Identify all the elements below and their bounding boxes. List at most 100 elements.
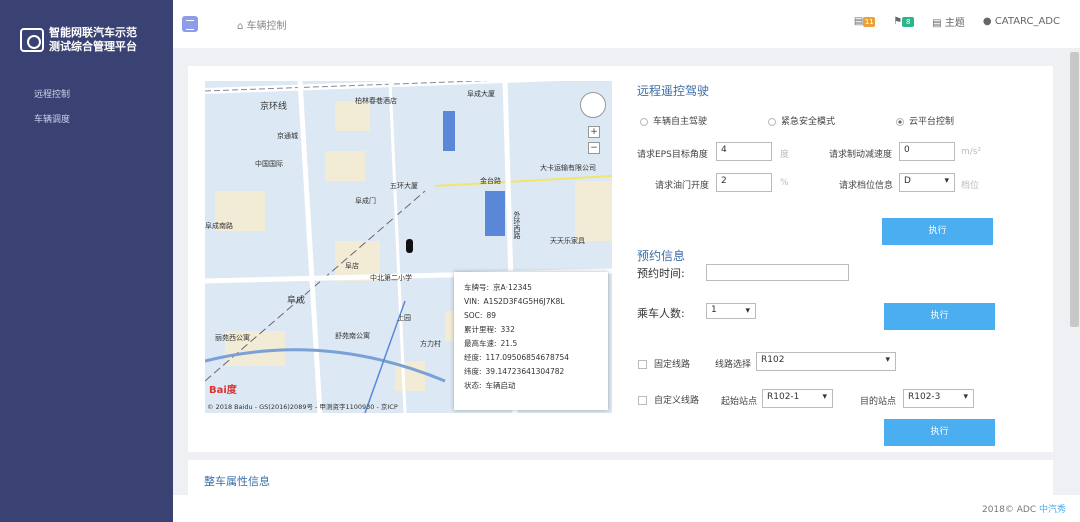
popup-row: VIN: A1S2D3F4G5H6J7K8L [464,295,598,309]
popup-row: 车牌号: 京A·12345 [464,281,598,295]
dest-station-label: 目的站点 [860,397,897,407]
theme-icon: ▤ [932,18,942,29]
map-label: 柏林春巷酒店 [355,97,397,105]
map-label: 丽苑西公寓 [215,334,250,342]
radio-label: 车辆自主驾驶 [653,117,708,127]
popup-value: 39.14723641304782 [485,367,565,376]
route-select-label: 线路选择 [715,360,752,370]
map-label: 阜成大厦 [467,90,495,98]
map-label: 阜店 [345,262,359,270]
map-label: 上园 [397,314,411,322]
map-label: 方力村 [420,340,441,348]
checkbox-label: 固定线路 [654,360,691,370]
sidebar-item-vehicle-dispatch[interactable]: 车辆调度 [34,112,70,125]
sidebar: 智能网联汽车示范 测试综合管理平台 远程控制 车辆调度 [0,0,173,522]
gear-label: 请求档位信息 [839,181,894,191]
dest-station-select[interactable]: R102-3 [903,389,974,408]
theme-button[interactable]: ▤ 主题 [932,14,965,29]
eps-input[interactable]: 4 [716,142,772,161]
start-station-label: 起始站点 [721,397,758,407]
sidebar-item-remote-control[interactable]: 远程控制 [34,87,70,100]
popup-key: 经度: [464,353,482,362]
start-station-select[interactable]: R102-1 [762,389,833,408]
footer: 2018© ADC 中汽秀 [173,495,1080,522]
popup-row: 状态: 车辆启动 [464,379,598,393]
map-label: 阜成门 [355,197,376,205]
map-label: 大卡运输有限公司 [540,164,596,172]
popup-value: 117.09506854678754 [485,353,570,362]
footer-link[interactable]: 中汽秀 [1039,505,1066,515]
custom-route-checkbox[interactable]: 自定义线路 [638,393,699,406]
footer-copyright: 2018© ADC [981,505,1037,515]
notification-button[interactable]: ▤ 11 [854,16,876,27]
map-label: 中国国际 [255,160,283,168]
map-label: 阜成南路 [205,222,233,230]
throttle-label: 请求油门开度 [655,181,710,191]
zoom-out-button[interactable]: − [588,142,600,154]
checkbox-icon [638,396,647,405]
fixed-route-checkbox[interactable]: 固定线路 [638,357,690,370]
user-menu[interactable]: ● CATARC_ADC [983,16,1060,27]
map-label: 金台路 [480,177,501,185]
gear-unit: 档位 [961,181,980,191]
app-title-line2: 测试综合管理平台 [49,40,137,53]
mode-autonomous-radio[interactable]: 车辆自主驾驶 [640,114,707,127]
breadcrumb: ⌂ 车辆控制 [237,17,287,32]
popup-row: 经度: 117.09506854678754 [464,351,598,365]
eps-unit: 度 [780,150,790,160]
throttle-unit: % [780,178,789,188]
popup-key: 最高车速: [464,339,497,348]
avatar: ● [982,16,992,27]
booking-time-input[interactable] [706,264,849,281]
popup-key: 累计里程: [464,325,497,334]
popup-value: 332 [500,325,515,334]
radio-icon [768,117,776,126]
map-label: 五环大厦 [390,182,418,190]
mode-emergency-radio[interactable]: 紧急安全模式 [768,114,835,127]
message-badge: 8 [902,17,915,27]
app-title-line1: 智能网联汽车示范 [49,26,137,39]
route-execute-button[interactable]: 执行 [884,419,995,446]
brake-input[interactable]: 0 [899,142,955,161]
passengers-label: 乘车人数: [637,307,685,320]
popup-key: 状态: [464,381,482,390]
gear-select[interactable]: D [899,173,955,192]
vehicle-marker-icon[interactable] [406,239,413,253]
radio-label: 紧急安全模式 [781,117,836,127]
booking-time-label: 预约时间: [637,267,685,280]
map-label: 中北第二小学 [370,274,412,282]
remote-section-title: 远程遥控驾驶 [637,84,710,98]
popup-key: 纬度: [464,367,482,376]
theme-label: 主题 [944,18,965,29]
vehicle-info-popup: 车牌号: 京A·12345 VIN: A1S2D3F4G5H6J7K8L SOC: 89 累… [454,272,608,410]
popup-value: 车辆启动 [485,381,516,390]
booking-section-title: 预约信息 [637,249,686,263]
map-label: 京环线 [260,102,288,112]
home-icon[interactable]: ⌂ [237,21,243,32]
popup-key: 车牌号: [464,283,490,292]
popup-key: VIN: [464,297,480,306]
vehicle-attr-card: 整车属性信息 [188,460,1053,500]
popup-row: SOC: 89 [464,309,598,323]
scrollbar[interactable] [1070,52,1079,327]
menu-toggle-button[interactable] [182,16,198,32]
vehicle-attr-title: 整车属性信息 [204,475,270,488]
map-label: 舒苑南公寓 [335,332,370,340]
mode-cloud-radio[interactable]: 云平台控制 [896,114,954,127]
throttle-input[interactable]: 2 [716,173,772,192]
route-select[interactable]: R102 [756,352,896,371]
app-logo: 智能网联汽车示范 测试综合管理平台 [20,26,137,54]
map-label: 阜成 [287,296,306,306]
checkbox-icon [638,360,647,369]
logo-icon [20,28,44,52]
booking-execute-button[interactable]: 执行 [884,303,995,330]
header: ⌂ 车辆控制 ▤ 11 ⚑ 8 ▤ 主题 ● CATARC_ADC [173,0,1080,48]
user-name: CATARC_ADC [994,16,1060,27]
popup-row: 累计里程: 332 [464,323,598,337]
passengers-select[interactable]: 1 [706,303,756,319]
map-pan-control[interactable] [580,92,606,118]
zoom-in-button[interactable]: + [588,126,600,138]
remote-execute-button[interactable]: 执行 [882,218,993,245]
breadcrumb-current: 车辆控制 [246,21,287,32]
message-button[interactable]: ⚑ 8 [893,16,915,27]
